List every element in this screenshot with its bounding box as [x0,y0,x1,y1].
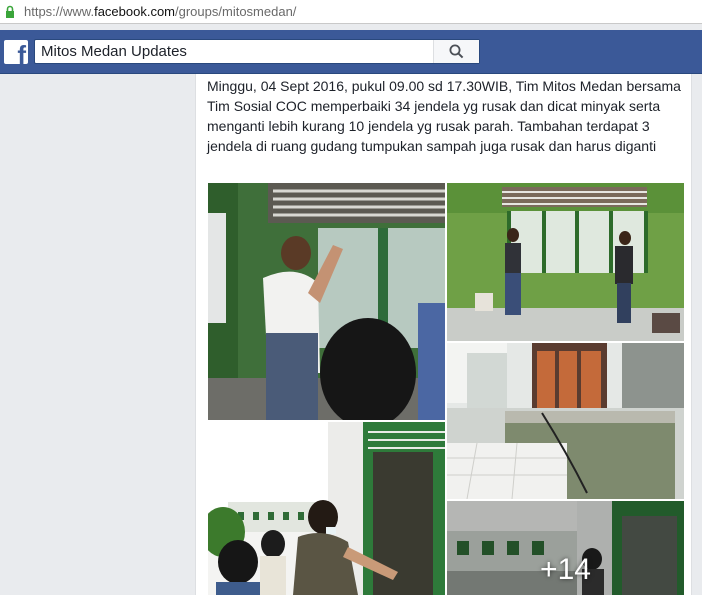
search-icon [449,44,464,59]
facebook-logo-letter: f [17,40,26,64]
post-text: Minggu, 04 Sept 2016, pukul 09.00 sd 17.… [207,78,681,154]
search-button[interactable] [433,40,479,63]
url-text[interactable]: https://www.facebook.com/groups/mitosmed… [24,4,296,19]
facebook-header: f [0,30,702,74]
photo-3-image [447,343,684,499]
photo-1-image [208,183,445,420]
post-photo-1[interactable] [208,183,445,420]
url-path: /groups/mitosmedan/ [175,4,297,19]
photo-2-image [447,183,684,341]
facebook-logo[interactable]: f [4,40,28,64]
more-photos-count[interactable]: +14 [447,553,684,587]
post-photo-3[interactable] [447,343,684,499]
post-photo-5[interactable]: +14 [447,501,684,595]
browser-address-bar[interactable]: https://www.facebook.com/groups/mitosmed… [0,0,702,24]
post-photo-4[interactable] [208,422,445,595]
url-host: facebook.com [94,4,176,19]
group-post: Minggu, 04 Sept 2016, pukul 09.00 sd 17.… [195,74,692,595]
search-box [34,39,480,64]
photo-4-image [208,422,445,595]
search-input[interactable] [35,40,433,63]
post-photo-2[interactable] [447,183,684,341]
lock-icon [6,5,14,18]
url-prefix: https://www. [24,4,95,19]
